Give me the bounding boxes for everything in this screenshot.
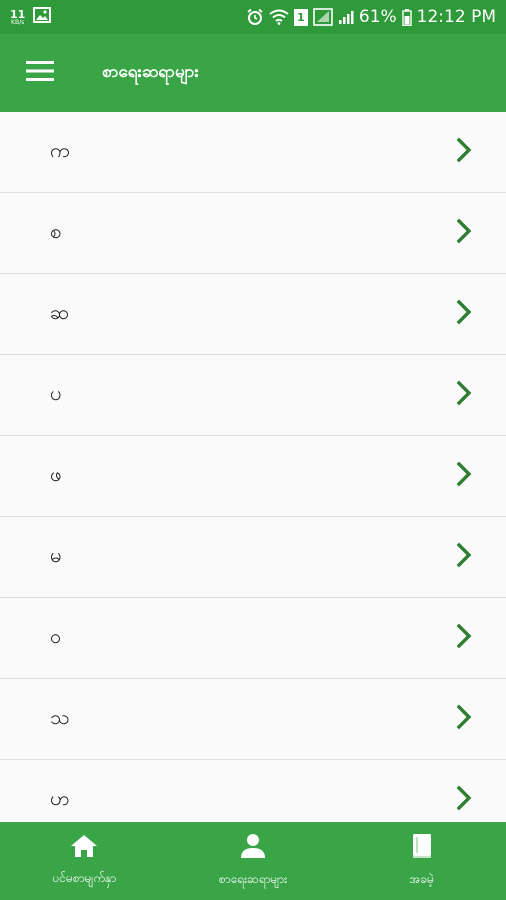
status-bar: 11 KB/s 1 61% 12:12 PM [0, 0, 506, 34]
list-item[interactable]: မ [0, 517, 506, 598]
chevron-right-icon [456, 137, 472, 167]
nav-tab-label: ပင်မစာမျက်နှာ [52, 871, 117, 885]
list-item-label: က [50, 138, 70, 162]
nav-tab-label: စာရေးဆရာများ [218, 872, 288, 886]
list-item[interactable]: ဟ [0, 760, 506, 822]
list-item[interactable]: သ [0, 679, 506, 760]
hamburger-menu-icon [26, 60, 54, 86]
status-right: 1 61% 12:12 PM [246, 7, 496, 27]
list-item[interactable]: ဆ [0, 274, 506, 355]
list-item[interactable]: ဝ [0, 598, 506, 679]
gallery-notification-icon [33, 7, 52, 27]
menu-button[interactable] [0, 34, 80, 112]
nav-tab-home[interactable]: ပင်မစာမျက်နှာ [0, 822, 169, 900]
alarm-icon [246, 8, 264, 26]
chevron-right-icon [456, 785, 472, 815]
chevron-right-icon [456, 380, 472, 410]
list-item[interactable]: ဖ [0, 436, 506, 517]
list-item-label: ပ [50, 381, 62, 405]
list-item-label: ဖ [50, 462, 62, 486]
battery-icon [401, 8, 412, 26]
cell-signal-icon [338, 9, 354, 25]
list-item-label: စ [50, 219, 62, 243]
chevron-right-icon [456, 218, 472, 248]
sim-card-icon: 1 [293, 8, 308, 26]
status-left: 11 KB/s [10, 7, 52, 27]
bottom-navigation: ပင်မစာမျက်နှာ စာရေးဆရာများ အခမဲ့ [0, 822, 506, 900]
list-item[interactable]: က [0, 112, 506, 193]
nav-tab-free[interactable]: အခမဲ့ [337, 822, 506, 900]
list-item[interactable]: စ [0, 193, 506, 274]
author-index-list: က စ ဆ ပ ဖ မ ဝ သ ဟ [0, 112, 506, 822]
clock: 12:12 PM [416, 7, 496, 27]
chevron-right-icon [456, 542, 472, 572]
nav-tab-label: အခမဲ့ [409, 872, 434, 886]
battery-percentage: 61% [358, 7, 397, 27]
book-icon [411, 833, 433, 863]
signal-frame-icon [313, 8, 333, 26]
chevron-right-icon [456, 461, 472, 491]
list-item-label: သ [50, 705, 70, 729]
app-bar: စာရေးဆရာများ [0, 34, 506, 112]
list-item-label: ဝ [50, 624, 62, 648]
network-speed-unit: KB/s [11, 18, 25, 26]
person-icon [240, 833, 266, 863]
chevron-right-icon [456, 704, 472, 734]
home-icon [70, 834, 98, 862]
page-title: စာရေးဆရာများ [102, 61, 199, 82]
chevron-right-icon [456, 299, 472, 329]
chevron-right-icon [456, 623, 472, 653]
list-item[interactable]: ပ [0, 355, 506, 436]
list-item-label: ဆ [50, 300, 70, 324]
list-item-label: မ [50, 543, 62, 567]
network-speed: 11 KB/s [10, 9, 25, 26]
nav-tab-authors[interactable]: စာရေးဆရာများ [169, 822, 338, 900]
wifi-icon [269, 9, 289, 25]
network-speed-value: 11 [10, 7, 26, 21]
list-item-label: ဟ [50, 786, 70, 810]
